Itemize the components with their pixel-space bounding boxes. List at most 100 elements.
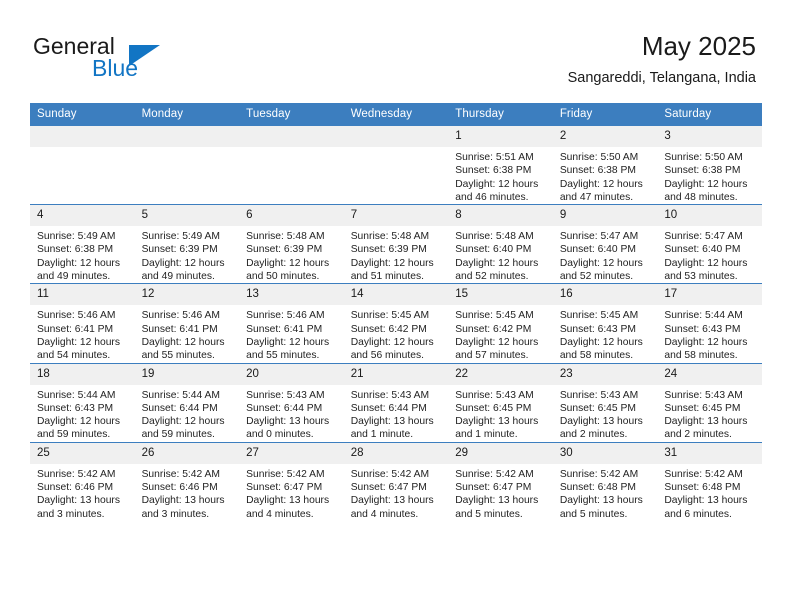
calendar-day-cell[interactable]: 30 Sunrise: 5:42 AM Sunset: 6:48 PM Dayligh…	[552, 441, 658, 521]
weekday-header-thursday: Thursday	[448, 103, 553, 126]
day-number: 18	[30, 363, 135, 385]
calendar-day-cell[interactable]: 5 Sunrise: 5:49 AM Sunset: 6:39 PM Daylight…	[134, 204, 240, 284]
calendar-day-cell[interactable]: 7 Sunrise: 5:48 AM Sunset: 6:39 PM Daylight…	[343, 204, 449, 284]
sunrise-text: Sunrise: 5:43 AM	[246, 389, 325, 401]
calendar-week-row: 11 Sunrise: 5:46 AM Sunset: 6:41 PM Dayligh…	[30, 283, 762, 364]
day-details: Sunrise: 5:43 AM Sunset: 6:44 PM Daylight:…	[239, 385, 344, 442]
calendar-day-cell[interactable]: 31 Sunrise: 5:42 AM Sunset: 6:48 PM Dayligh…	[657, 441, 762, 521]
calendar-day-cell[interactable]: 24 Sunrise: 5:43 AM Sunset: 6:45 PM Dayligh…	[657, 362, 762, 443]
day-number: 21	[343, 363, 449, 385]
day-number	[343, 126, 449, 147]
sunrise-text: Sunrise: 5:42 AM	[141, 468, 220, 480]
sunset-text: Sunset: 6:46 PM	[141, 482, 218, 494]
calendar-day-cell[interactable]: 3 Sunrise: 5:50 AM Sunset: 6:38 PM Daylight…	[657, 124, 762, 205]
sunset-text: Sunset: 6:45 PM	[664, 402, 741, 414]
day-details: Sunrise: 5:48 AM Sunset: 6:39 PM Daylight:…	[239, 226, 344, 283]
day-number: 11	[30, 284, 135, 306]
calendar-day-cell[interactable]: 20 Sunrise: 5:43 AM Sunset: 6:44 PM Dayligh…	[239, 362, 344, 443]
day-number	[239, 126, 344, 147]
sunset-text: Sunset: 6:42 PM	[455, 323, 532, 335]
day-number: 22	[448, 363, 553, 385]
day-number: 17	[657, 284, 762, 306]
day-details: Sunrise: 5:42 AM Sunset: 6:47 PM Daylight:…	[344, 464, 449, 521]
sunrise-text: Sunrise: 5:50 AM	[559, 152, 639, 163]
day-number: 31	[657, 442, 762, 464]
calendar-head: Sunday Monday Tuesday Wednesday Thursday…	[30, 103, 762, 126]
sunrise-text: Sunrise: 5:43 AM	[559, 389, 639, 401]
day-details: Sunrise: 5:49 AM Sunset: 6:39 PM Daylight:…	[135, 226, 240, 283]
calendar-day-cell[interactable]: 16 Sunrise: 5:45 AM Sunset: 6:43 PM Dayligh…	[552, 283, 658, 364]
sunset-text: Sunset: 6:44 PM	[141, 402, 218, 414]
day-details: Sunrise: 5:42 AM Sunset: 6:46 PM Daylight:…	[135, 464, 240, 521]
sunrise-text: Sunrise: 5:49 AM	[37, 231, 116, 243]
sunset-text: Sunset: 6:39 PM	[141, 244, 218, 256]
sunrise-text: Sunrise: 5:50 AM	[664, 152, 743, 163]
day-number: 10	[657, 205, 762, 227]
sunset-text: Sunset: 6:47 PM	[350, 482, 427, 494]
day-number: 25	[30, 442, 135, 464]
calendar-day-cell[interactable]: 22 Sunrise: 5:43 AM Sunset: 6:45 PM Dayligh…	[448, 362, 553, 443]
calendar-day-cell[interactable]: 21 Sunrise: 5:43 AM Sunset: 6:44 PM Dayligh…	[343, 362, 449, 443]
sunset-text: Sunset: 6:41 PM	[141, 323, 218, 335]
daylight-text: Daylight: 12 hours and 46 minutes.	[455, 178, 539, 203]
sunset-text: Sunset: 6:39 PM	[246, 244, 323, 256]
day-details: Sunrise: 5:46 AM Sunset: 6:41 PM Daylight:…	[135, 305, 240, 362]
weekday-header-saturday: Saturday	[657, 103, 762, 126]
general-blue-logo[interactable]: General Blue	[33, 33, 213, 85]
day-details: Sunrise: 5:46 AM Sunset: 6:41 PM Daylight:…	[239, 305, 344, 362]
calendar-page: General Blue May 2025 Sangareddi, Telang…	[0, 0, 792, 612]
daylight-text: Daylight: 12 hours and 55 minutes.	[246, 336, 330, 362]
sunrise-text: Sunrise: 5:42 AM	[246, 468, 325, 480]
daylight-text: Daylight: 12 hours and 56 minutes.	[350, 336, 434, 362]
daylight-text: Daylight: 13 hours and 1 minute.	[350, 416, 434, 441]
sunrise-text: Sunrise: 5:42 AM	[559, 468, 639, 480]
calendar-day-cell[interactable]: 26 Sunrise: 5:42 AM Sunset: 6:46 PM Dayligh…	[134, 441, 240, 521]
day-number: 16	[552, 284, 658, 306]
sunset-text: Sunset: 6:38 PM	[37, 244, 114, 256]
calendar-day-cell[interactable]: 12 Sunrise: 5:46 AM Sunset: 6:41 PM Dayligh…	[134, 283, 240, 364]
sunset-text: Sunset: 6:44 PM	[246, 402, 323, 414]
calendar-day-cell[interactable]: 15 Sunrise: 5:45 AM Sunset: 6:42 PM Dayligh…	[448, 283, 553, 364]
calendar-day-cell[interactable]: 29 Sunrise: 5:42 AM Sunset: 6:47 PM Dayligh…	[448, 441, 553, 521]
day-number	[30, 126, 135, 147]
calendar-day-cell[interactable]: 13 Sunrise: 5:46 AM Sunset: 6:41 PM Dayligh…	[239, 283, 344, 364]
calendar-week-row: 18 Sunrise: 5:44 AM Sunset: 6:43 PM Dayligh…	[30, 362, 762, 443]
calendar-day-cell[interactable]: 17 Sunrise: 5:44 AM Sunset: 6:43 PM Dayligh…	[657, 283, 762, 364]
day-number: 2	[552, 126, 658, 147]
day-details: Sunrise: 5:47 AM Sunset: 6:40 PM Daylight:…	[657, 226, 762, 283]
sunset-text: Sunset: 6:45 PM	[455, 402, 532, 414]
calendar-day-cell[interactable]: 11 Sunrise: 5:46 AM Sunset: 6:41 PM Dayligh…	[30, 283, 135, 364]
calendar-day-cell[interactable]: 27 Sunrise: 5:42 AM Sunset: 6:47 PM Dayligh…	[239, 441, 344, 521]
daylight-text: Daylight: 12 hours and 49 minutes.	[37, 257, 120, 283]
calendar-day-cell[interactable]: 25 Sunrise: 5:42 AM Sunset: 6:46 PM Dayligh…	[30, 441, 135, 521]
calendar-day-cell[interactable]: 1 Sunrise: 5:51 AM Sunset: 6:38 PM Daylight…	[448, 124, 553, 205]
day-number: 9	[552, 205, 658, 227]
calendar-day-cell[interactable]: 28 Sunrise: 5:42 AM Sunset: 6:47 PM Dayligh…	[343, 441, 449, 521]
day-number: 27	[239, 442, 344, 464]
calendar-day-cell[interactable]: 18 Sunrise: 5:44 AM Sunset: 6:43 PM Dayligh…	[30, 362, 135, 443]
sunrise-text: Sunrise: 5:45 AM	[350, 310, 430, 322]
sunset-text: Sunset: 6:44 PM	[350, 402, 427, 414]
calendar-day-cell[interactable]: 19 Sunrise: 5:44 AM Sunset: 6:44 PM Dayligh…	[134, 362, 240, 443]
calendar-day-cell[interactable]: 8 Sunrise: 5:48 AM Sunset: 6:40 PM Daylight…	[448, 204, 553, 284]
calendar-cell-empty	[343, 124, 449, 205]
day-details: Sunrise: 5:42 AM Sunset: 6:47 PM Daylight:…	[239, 464, 344, 521]
sunset-text: Sunset: 6:38 PM	[455, 165, 532, 177]
daylight-text: Daylight: 12 hours and 54 minutes.	[37, 336, 120, 362]
sunset-text: Sunset: 6:38 PM	[559, 165, 636, 177]
sunrise-text: Sunrise: 5:42 AM	[455, 468, 534, 480]
page-header: General Blue May 2025 Sangareddi, Telang…	[0, 0, 792, 103]
daylight-text: Daylight: 12 hours and 55 minutes.	[141, 336, 225, 362]
day-number: 3	[657, 126, 762, 147]
day-details: Sunrise: 5:44 AM Sunset: 6:44 PM Daylight:…	[135, 385, 240, 442]
sunrise-text: Sunrise: 5:51 AM	[455, 152, 534, 163]
calendar-day-cell[interactable]: 9 Sunrise: 5:47 AM Sunset: 6:40 PM Daylight…	[552, 204, 658, 284]
calendar-day-cell[interactable]: 23 Sunrise: 5:43 AM Sunset: 6:45 PM Dayligh…	[552, 362, 658, 443]
calendar-day-cell[interactable]: 14 Sunrise: 5:45 AM Sunset: 6:42 PM Dayligh…	[343, 283, 449, 364]
calendar-day-cell[interactable]: 10 Sunrise: 5:47 AM Sunset: 6:40 PM Dayligh…	[657, 204, 762, 284]
calendar-day-cell[interactable]: 2 Sunrise: 5:50 AM Sunset: 6:38 PM Daylight…	[552, 124, 658, 205]
calendar-day-cell[interactable]: 4 Sunrise: 5:49 AM Sunset: 6:38 PM Daylight…	[30, 204, 135, 284]
daylight-text: Daylight: 13 hours and 5 minutes.	[559, 495, 643, 520]
sunrise-text: Sunrise: 5:45 AM	[455, 310, 534, 322]
calendar-day-cell[interactable]: 6 Sunrise: 5:48 AM Sunset: 6:39 PM Daylight…	[239, 204, 344, 284]
